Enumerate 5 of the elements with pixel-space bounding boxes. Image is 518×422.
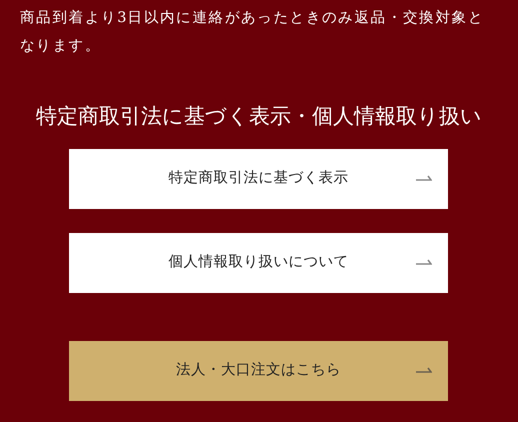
notice-text: 商品到着より3日以内に連絡があったときのみ返品・交換対象となります。 (20, 8, 486, 56)
link-button[interactable]: 特定商取引法に基づく表示 (69, 149, 448, 210)
link-button[interactable]: 個人情報取り扱いについて (69, 233, 448, 294)
order-button[interactable]: 法人・大口注文はこちら (69, 341, 448, 402)
section-title: 特定商取引法に基づく表示・個人情報取り扱い (35, 104, 483, 130)
